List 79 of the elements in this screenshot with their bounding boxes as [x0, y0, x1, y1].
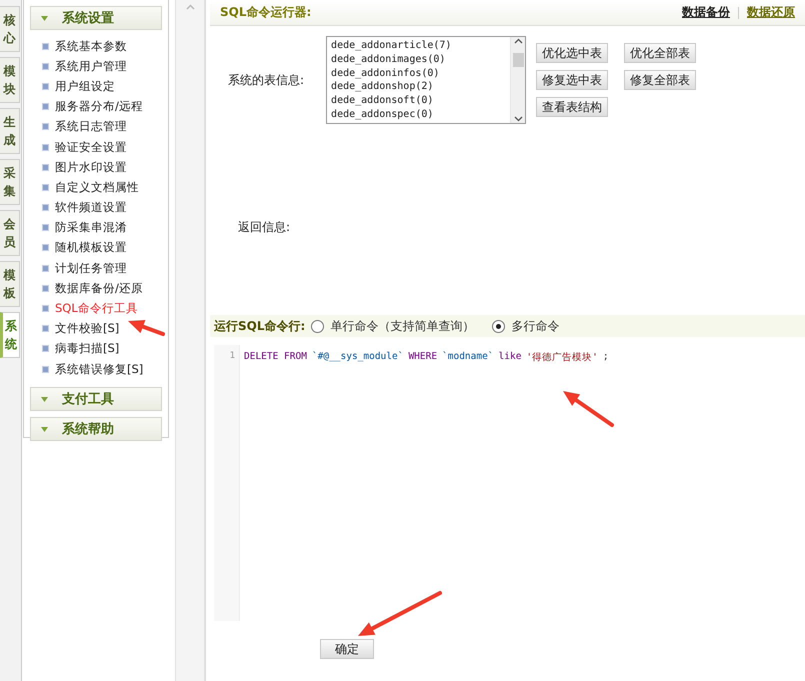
scroll-up-icon: [186, 4, 194, 10]
bullet-icon: [42, 103, 49, 110]
bullet-icon: [42, 345, 49, 352]
caret-icon: [41, 396, 48, 402]
sidebar-item[interactable]: 图片水印设置: [42, 157, 162, 178]
line-number: 1: [230, 351, 235, 361]
bullet-icon: [42, 325, 49, 332]
field-label: 系统的表信息:: [228, 72, 304, 88]
side-tab[interactable]: 模板: [0, 261, 20, 307]
annotation-arrow: [563, 391, 614, 427]
bullet-icon: [42, 184, 49, 191]
side-tab[interactable]: 系统: [0, 312, 20, 358]
side-tab[interactable]: 会员: [0, 210, 20, 256]
annotation-arrow: [128, 320, 165, 336]
scroll-thumb[interactable]: [512, 53, 524, 67]
field-label: 返回信息:: [238, 220, 290, 234]
submit-button[interactable]: 确定: [320, 639, 374, 659]
sidebar-item[interactable]: 用户组设定: [42, 76, 162, 97]
list-option[interactable]: dede_addoninfos(0): [331, 66, 506, 80]
bullet-icon: [42, 62, 49, 70]
header-link[interactable]: 数据还原: [747, 4, 795, 21]
sidebar-item[interactable]: 防采集串混淆: [42, 218, 162, 238]
caret-icon: [41, 16, 48, 20]
radio-button[interactable]: [492, 320, 506, 332]
side-tab[interactable]: 采集: [0, 159, 20, 205]
scroll-up-icon: [514, 37, 523, 45]
sidebar-item[interactable]: 系统基本参数: [42, 36, 162, 56]
sidebar-item[interactable]: 验证安全设置: [42, 136, 162, 158]
table-action-button[interactable]: 优化全部表: [624, 43, 696, 63]
radio-option[interactable]: 多行命令: [492, 318, 560, 334]
sidebar-item[interactable]: 软件频道设置: [42, 198, 162, 218]
list-option[interactable]: dede_addonarticle(7): [331, 39, 506, 53]
sidebar-item[interactable]: 自定义文档属性: [42, 177, 162, 198]
sidebar-item[interactable]: 系统错误修复[S]: [42, 359, 162, 380]
sidebar-item[interactable]: 数据库备份/还原: [42, 278, 162, 298]
list-option[interactable]: dede_addonspec(0): [331, 108, 506, 122]
list-option[interactable]: dede_addonsoft(0): [331, 94, 506, 108]
sidebar-item[interactable]: 服务器分布/远程: [42, 96, 162, 117]
header-link[interactable]: 数据备份: [682, 4, 730, 21]
list-option[interactable]: dede_addonimages(0): [331, 52, 506, 67]
side-tab[interactable]: 核心: [0, 6, 20, 52]
sidebar-item[interactable]: 文件校验[S]: [42, 318, 162, 339]
sidebar-section-header[interactable]: 系统帮助: [30, 417, 162, 442]
sidebar-item[interactable]: 系统日志管理: [42, 116, 162, 137]
bullet-icon: [42, 123, 49, 130]
table-action-button[interactable]: 查看表结构: [536, 97, 608, 117]
radio-button[interactable]: [311, 320, 324, 332]
bullet-icon: [42, 366, 49, 373]
table-action-button[interactable]: 优化选中表: [536, 43, 608, 63]
sidebar-item[interactable]: 系统用户管理: [42, 56, 162, 76]
bullet-icon: [42, 42, 49, 50]
sidebar-section-header[interactable]: 支付工具: [30, 387, 162, 412]
code-line: DELETE FROM `#@__sys_module` WHERE `modname` like '得德广告模块' ;: [244, 351, 610, 364]
sidebar-item[interactable]: SQL命令行工具: [42, 298, 162, 319]
radio-option[interactable]: 单行命令（支持简单查询）: [311, 318, 474, 334]
bullet-icon: [42, 164, 49, 171]
table-action-button[interactable]: 修复全部表: [624, 70, 696, 90]
bullet-icon: [42, 82, 49, 90]
panel-title: SQL命令运行器:: [220, 4, 312, 21]
list-option[interactable]: dede_addonshop(2): [331, 80, 506, 94]
bullet-icon: [42, 284, 49, 292]
sidebar-item[interactable]: 计划任务管理: [42, 258, 162, 278]
table-action-button[interactable]: 修复选中表: [536, 70, 608, 90]
sidebar-item[interactable]: 随机模板设置: [42, 238, 162, 258]
scrollbar[interactable]: [175, 0, 205, 681]
bullet-icon: [42, 305, 49, 312]
field-label: 运行SQL命令行:: [214, 318, 306, 334]
side-tab[interactable]: 生成: [0, 108, 20, 154]
side-tab[interactable]: 模块: [0, 57, 20, 103]
bullet-icon: [42, 264, 49, 272]
caret-icon: [41, 426, 48, 432]
bullet-icon: [42, 144, 49, 151]
sidebar-section-header[interactable]: 系统设置: [30, 6, 162, 30]
table-listbox[interactable]: dede_addonarticle(7) dede_addonimages(0) dede_addoninfos(0) dede_addonshop(2) dede_addonsoft(0) dede_addonspec(0): [326, 36, 526, 124]
bullet-icon: [42, 204, 49, 212]
scroll-down-icon: [514, 115, 523, 123]
bullet-icon: [42, 224, 49, 232]
bullet-icon: [42, 244, 49, 252]
sidebar-item[interactable]: 病毒扫描[S]: [42, 338, 162, 359]
